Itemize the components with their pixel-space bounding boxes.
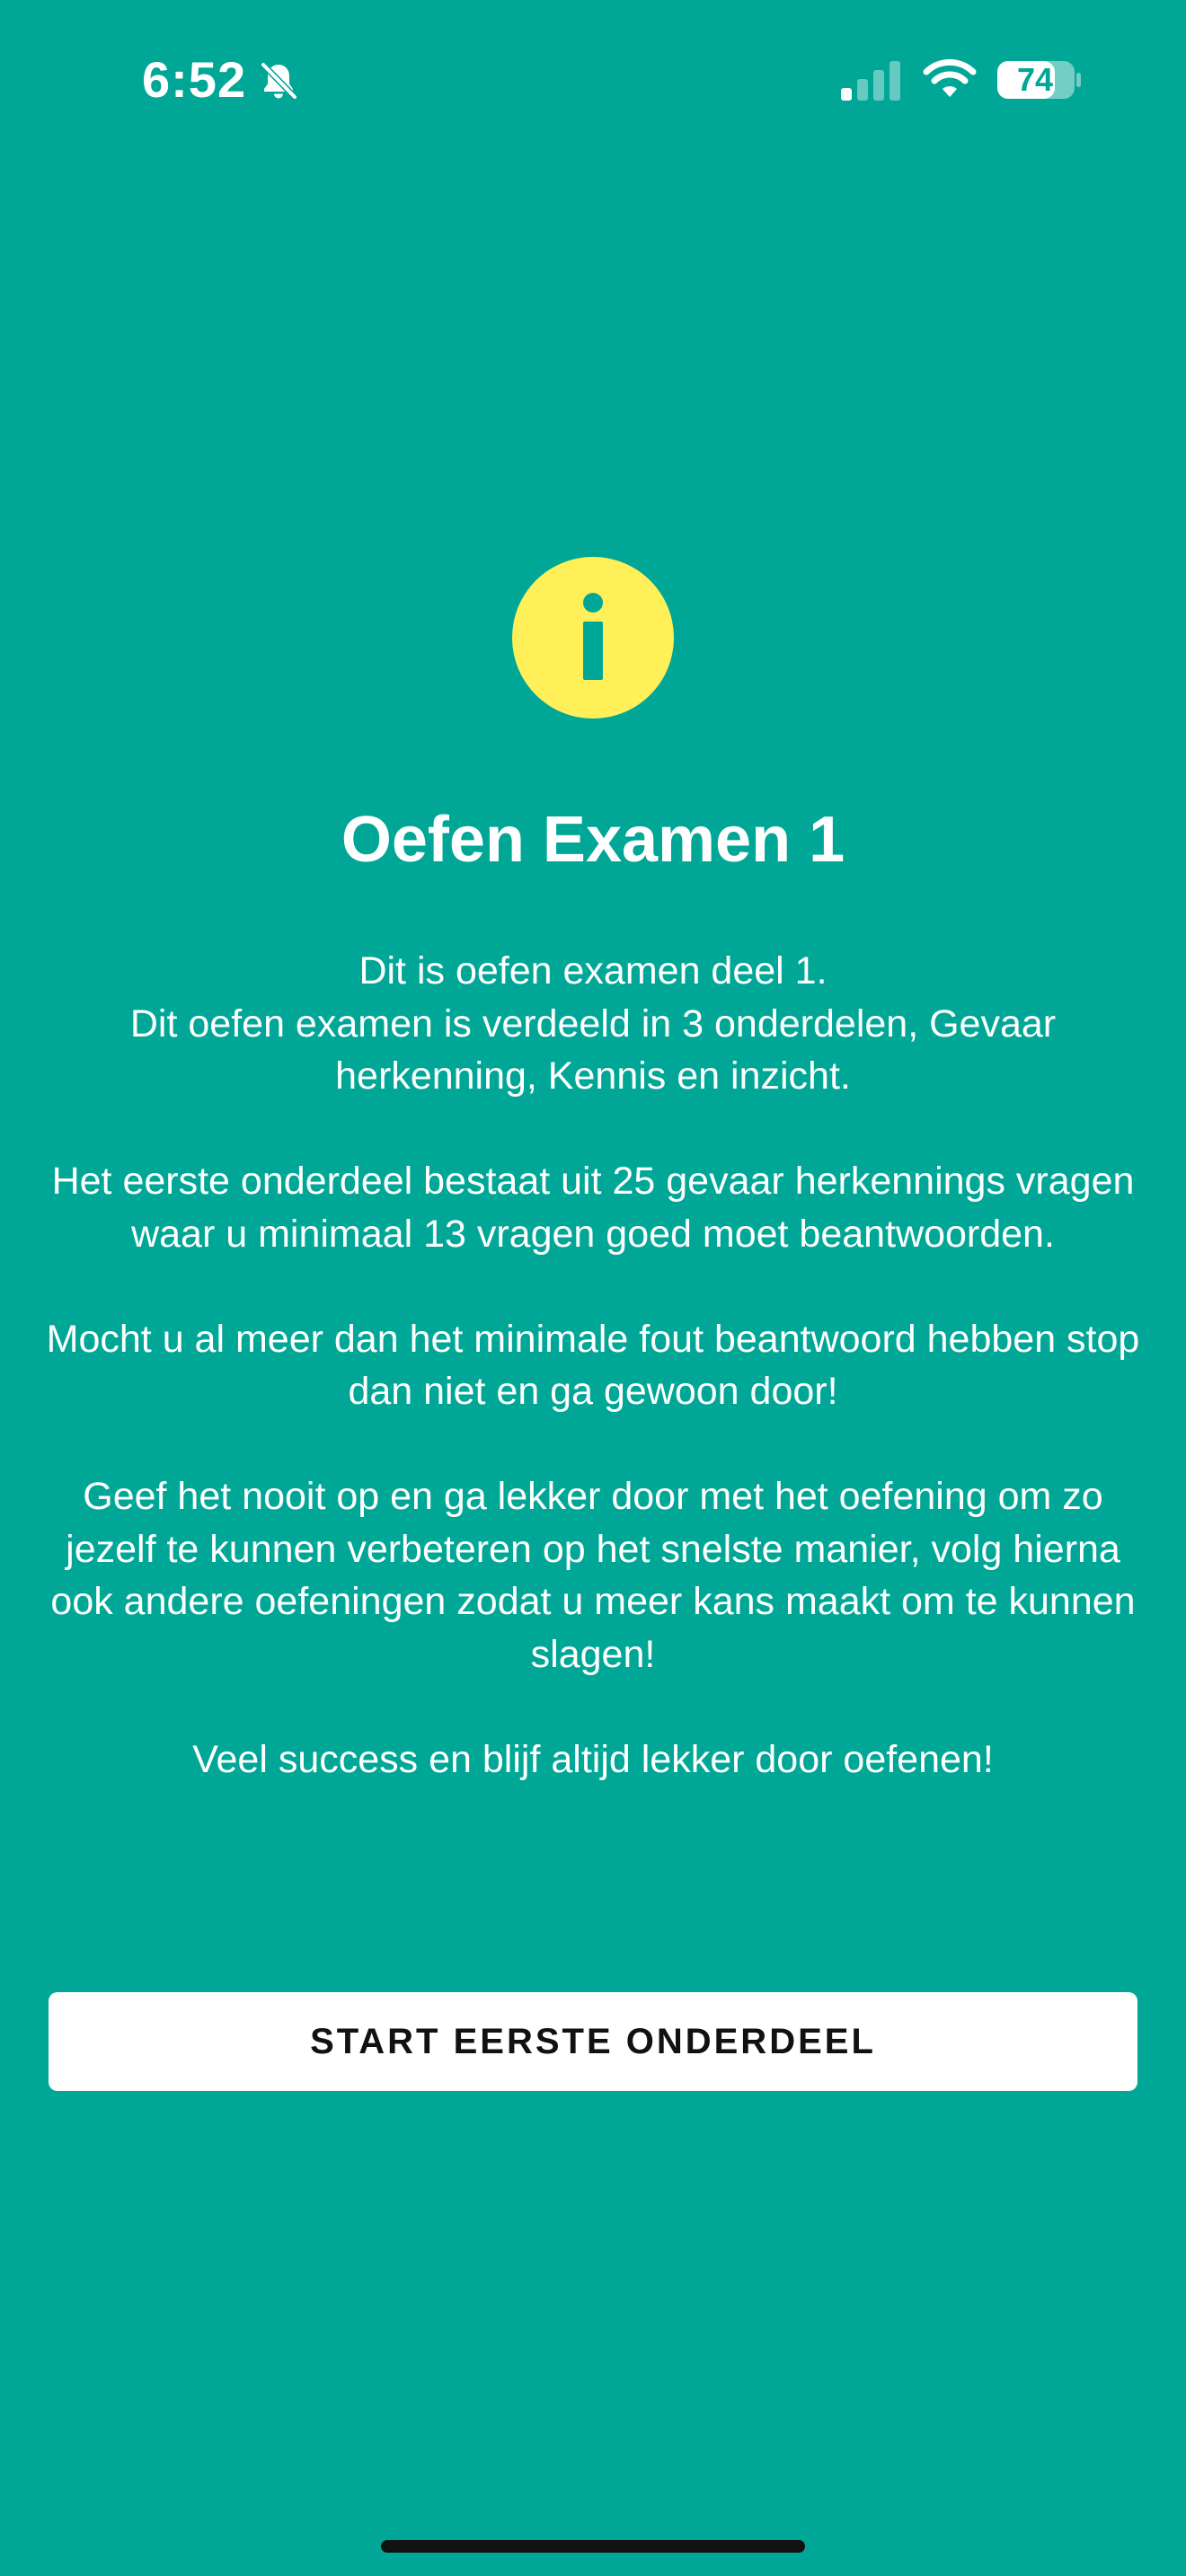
- intro-paragraph: Dit is oefen examen deel 1. Dit oefen ex…: [45, 945, 1141, 1103]
- cellular-signal-icon: [841, 61, 900, 101]
- status-bar: 6:52 74: [0, 0, 1186, 162]
- intro-text: Dit is oefen examen deel 1. Dit oefen ex…: [45, 945, 1141, 1786]
- page-title: Oefen Examen 1: [341, 804, 845, 876]
- start-first-part-button[interactable]: START EERSTE ONDERDEEL: [49, 1992, 1137, 2091]
- intro-paragraph: Veel success en blijf altijd lekker door…: [192, 1737, 994, 1781]
- intro-paragraph: Het eerste onderdeel bestaat uit 25 geva…: [51, 1160, 1135, 1256]
- intro-paragraph: Geef het nooit op en ga lekker door met …: [50, 1475, 1136, 1676]
- home-indicator[interactable]: [381, 2540, 805, 2553]
- battery-level: 74: [1016, 61, 1054, 98]
- info-icon: [512, 557, 674, 719]
- intro-line: Dit is oefen examen deel 1.: [358, 949, 828, 992]
- intro-line: Dit oefen examen is verdeeld in 3 onderd…: [129, 1001, 1057, 1098]
- status-time: 6:52: [142, 51, 247, 108]
- bell-slash-icon: [260, 61, 298, 101]
- intro-paragraph: Mocht u al meer dan het minimale fout be…: [46, 1317, 1140, 1414]
- wifi-icon: [923, 58, 977, 97]
